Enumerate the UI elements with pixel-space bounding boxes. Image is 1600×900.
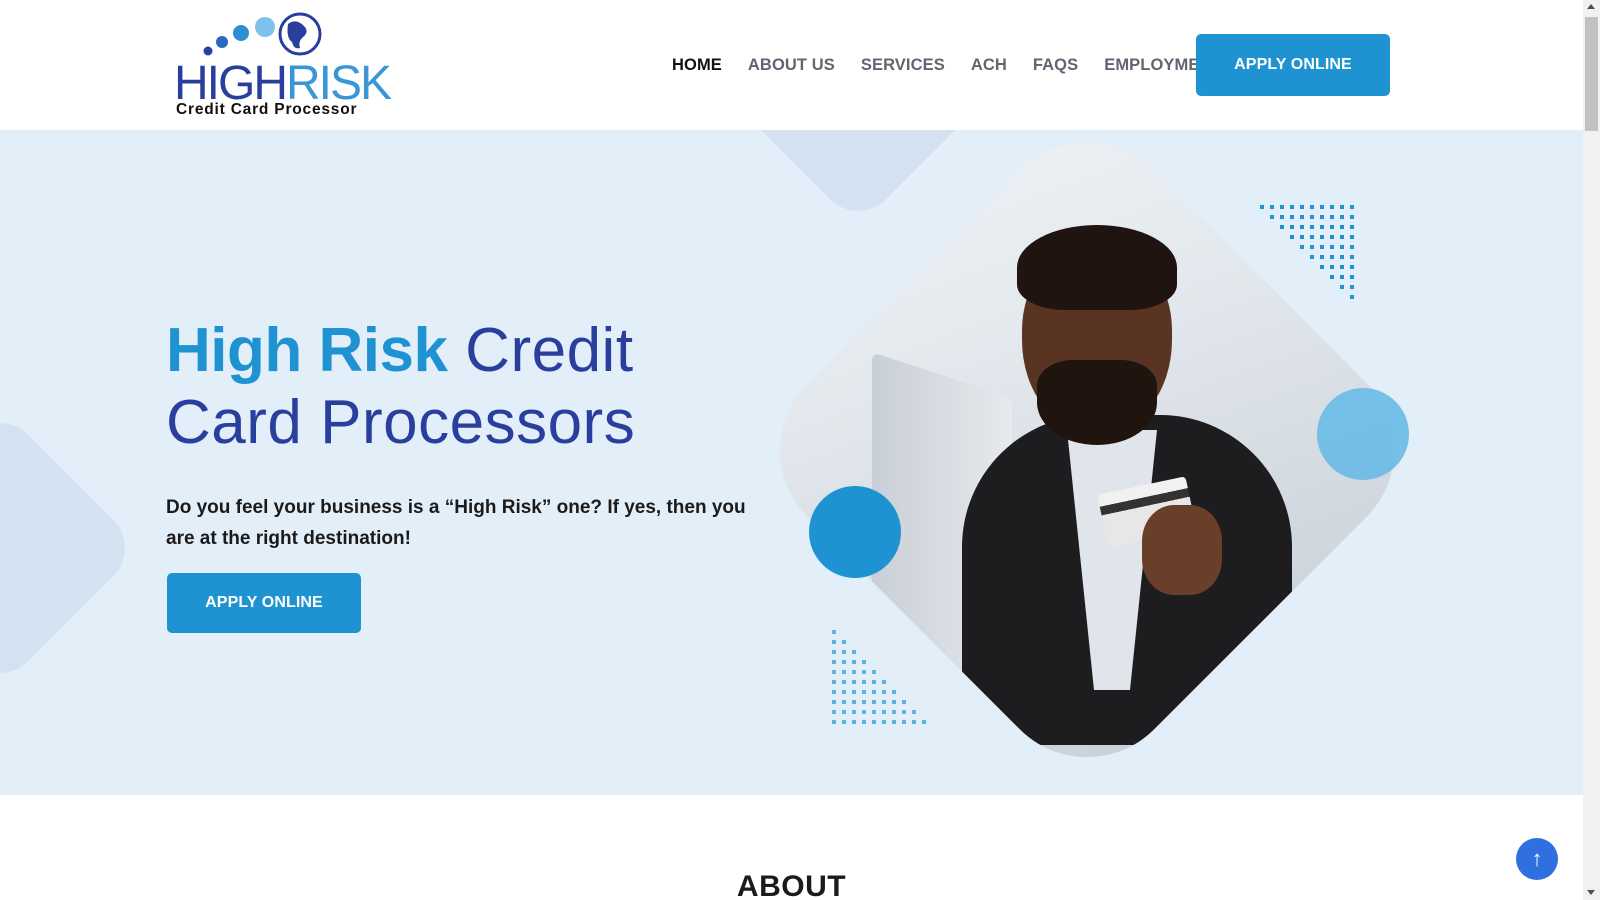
scroll-to-top-button[interactable]: ↑ <box>1516 838 1558 880</box>
scroll-down-arrow-icon[interactable] <box>1587 890 1595 895</box>
nav-faqs[interactable]: FAQS <box>1033 53 1078 77</box>
arrow-up-icon: ↑ <box>1531 846 1543 871</box>
nav-services[interactable]: SERVICES <box>861 53 945 77</box>
page-scrollbar[interactable] <box>1583 0 1600 900</box>
hero-section: High Risk Credit Card Processors Do you … <box>0 130 1583 795</box>
decorative-circle <box>1317 388 1409 480</box>
main-nav: HOME ABOUT US SERVICES ACH FAQS EMPLOYME… <box>672 53 1248 77</box>
header-apply-online-button[interactable]: APPLY ONLINE <box>1196 34 1390 96</box>
decorative-circle <box>809 486 901 578</box>
hero-apply-online-button[interactable]: APPLY ONLINE <box>167 573 361 633</box>
dot-pattern-decoration <box>832 630 926 724</box>
nav-about-us[interactable]: ABOUT US <box>748 53 835 77</box>
scrollbar-thumb[interactable] <box>1585 17 1598 131</box>
about-heading: ABOUT <box>736 870 847 900</box>
logo-tagline: Credit Card Processor <box>176 101 358 118</box>
site-header: HIGHRISK Credit Card Processor HOME ABOU… <box>0 0 1583 130</box>
decorative-shape <box>730 130 986 228</box>
hero-subtitle: Do you feel your business is a “High Ris… <box>166 497 746 549</box>
scroll-up-arrow-icon[interactable] <box>1587 4 1595 9</box>
decorative-shape <box>0 406 142 690</box>
site-logo[interactable]: HIGHRISK Credit Card Processor <box>170 10 392 122</box>
hero-title: High Risk Credit Card Processors <box>166 315 786 459</box>
dot-pattern-decoration <box>1260 205 1354 299</box>
hero-title-highlight: High Risk <box>166 316 448 385</box>
nav-ach[interactable]: ACH <box>971 53 1007 77</box>
nav-home[interactable]: HOME <box>672 53 722 77</box>
